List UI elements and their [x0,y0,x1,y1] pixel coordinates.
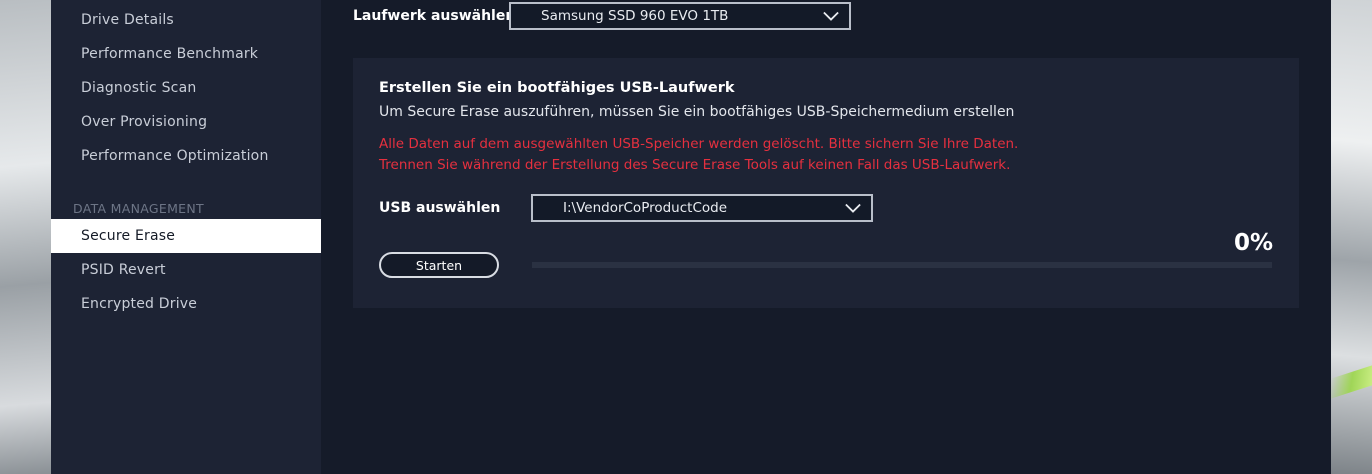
warning-data-loss: Alle Daten auf dem ausgewählten USB-Spei… [379,136,1019,152]
chevron-down-icon [845,200,861,216]
usb-select-value: I:\VendorCoProductCode [563,200,728,216]
chevron-down-icon [823,8,839,24]
sidebar-item-psid-revert[interactable]: PSID Revert [51,253,321,287]
usb-creation-panel: Erstellen Sie ein bootfähiges USB-Laufwe… [353,58,1299,308]
sidebar-item-label: Performance Benchmark [81,46,259,62]
desktop-background-left [0,0,51,474]
desktop-background-right [1331,0,1372,474]
sidebar: Drive Details Performance Benchmark Diag… [51,0,321,474]
main-content: Laufwerk auswählen Samsung SSD 960 EVO 1… [321,0,1331,474]
progress-percent: 0% [1233,230,1273,256]
desktop-decoration [1331,365,1372,399]
sidebar-item-label: Performance Optimization [81,148,269,164]
drive-select-value: Samsung SSD 960 EVO 1TB [541,8,729,24]
panel-title: Erstellen Sie ein bootfähiges USB-Laufwe… [379,80,735,96]
sidebar-item-label: Drive Details [81,12,174,28]
usb-select[interactable]: I:\VendorCoProductCode [531,194,873,222]
usb-select-label: USB auswählen [379,200,501,216]
sidebar-section-data-management: DATA MANAGEMENT [73,201,204,216]
warning-do-not-disconnect: Trennen Sie während der Erstellung des S… [379,157,1011,173]
sidebar-item-performance-benchmark[interactable]: Performance Benchmark [51,37,321,71]
sidebar-item-label: Secure Erase [81,228,176,244]
magician-app-window: Drive Details Performance Benchmark Diag… [51,0,1331,474]
sidebar-item-diagnostic-scan[interactable]: Diagnostic Scan [51,71,321,105]
start-button[interactable]: Starten [379,252,499,278]
sidebar-item-over-provisioning[interactable]: Over Provisioning [51,105,321,139]
sidebar-item-encrypted-drive[interactable]: Encrypted Drive [51,287,321,321]
drive-select-label: Laufwerk auswählen [353,8,516,24]
drive-select[interactable]: Samsung SSD 960 EVO 1TB [509,2,851,30]
sidebar-item-label: Encrypted Drive [81,296,198,312]
progress-bar [532,262,1272,268]
sidebar-item-drive-details[interactable]: Drive Details [51,3,321,37]
sidebar-item-label: Over Provisioning [81,114,208,130]
sidebar-item-label: Diagnostic Scan [81,80,197,96]
panel-description: Um Secure Erase auszuführen, müssen Sie … [379,104,1015,120]
sidebar-item-label: PSID Revert [81,262,166,278]
sidebar-item-performance-optimization[interactable]: Performance Optimization [51,139,321,173]
sidebar-item-secure-erase[interactable]: Secure Erase [51,219,321,253]
